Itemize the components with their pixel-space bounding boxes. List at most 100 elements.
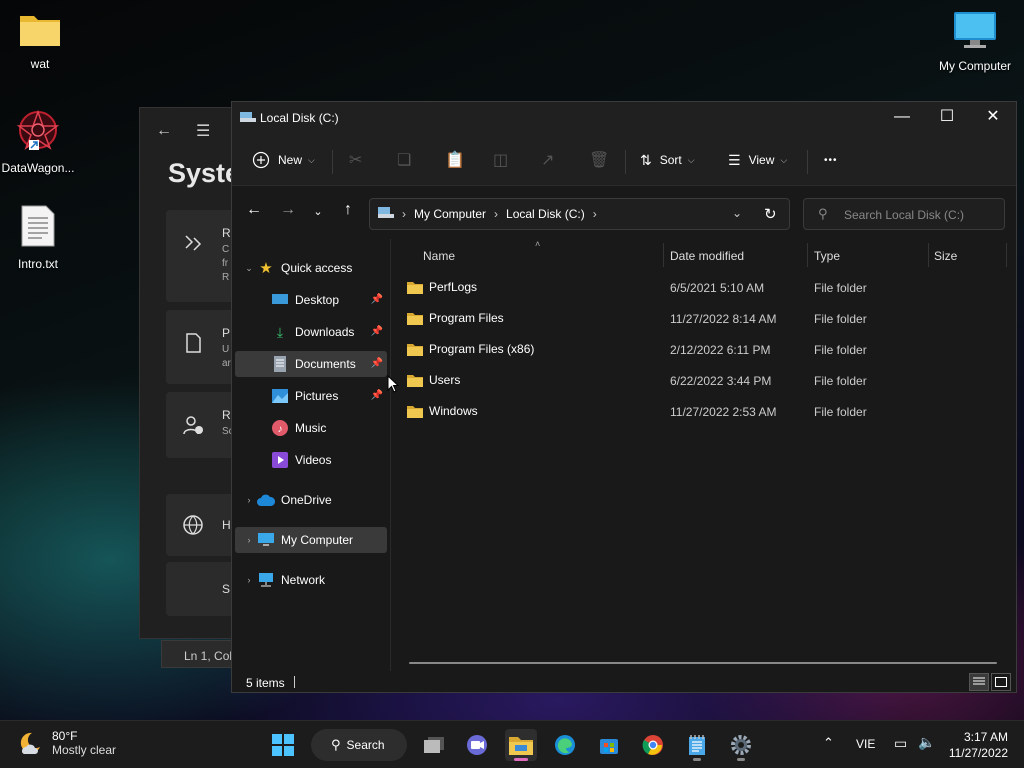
pin-icon[interactable]: 📌 (371, 390, 383, 401)
datawagon-app-icon (16, 109, 60, 150)
horizontal-scrollbar[interactable] (409, 662, 997, 664)
maximize-button[interactable]: ☐ (924, 102, 970, 132)
edge-browser-icon (555, 735, 575, 755)
task-view-button[interactable] (418, 729, 450, 761)
settings-card-title: S (222, 582, 231, 596)
expanded-chevron-icon[interactable]: ⌄ (241, 263, 257, 274)
sidebar-item-onedrive[interactable]: › OneDrive (235, 487, 387, 513)
notepad-button[interactable] (681, 729, 713, 761)
copy-button[interactable]: ❏ (397, 146, 411, 174)
share-button[interactable]: ↗ (541, 146, 554, 174)
weather-widget[interactable]: 80°F Mostly clear (16, 729, 116, 757)
sidebar-item-videos[interactable]: Videos (235, 447, 387, 473)
sort-button[interactable]: ⇅ Sort ⌵ (640, 146, 695, 174)
settings-button[interactable] (725, 729, 757, 761)
taskbar-search-button[interactable]: ⚲ Search (311, 729, 407, 761)
pin-icon[interactable]: 📌 (371, 294, 383, 305)
collapsed-chevron-icon[interactable]: › (241, 535, 257, 545)
teams-chat-button[interactable] (461, 729, 493, 761)
breadcrumb-item[interactable]: My Computer (414, 207, 486, 221)
back-arrow-icon[interactable]: ← (242, 201, 266, 219)
pin-icon[interactable]: 📌 (371, 358, 383, 369)
new-button[interactable]: New ⌵ (252, 146, 315, 174)
column-divider[interactable] (663, 243, 664, 267)
desktop-icon-datawagon[interactable]: DataWagon... (0, 108, 78, 175)
input-language[interactable]: VIE (856, 737, 875, 751)
desktop-icon-my-computer[interactable]: My Computer (935, 10, 1015, 73)
sidebar-item-my-computer[interactable]: › My Computer (235, 527, 387, 553)
drive-icon (240, 112, 256, 122)
settings-card-title: P (222, 326, 231, 340)
forward-arrow-icon[interactable]: → (276, 201, 300, 219)
moon-cloud-icon (20, 732, 40, 754)
sidebar-item-quick-access[interactable]: ⌄ ★ Quick access (235, 255, 387, 281)
desktop-icon-intro-txt[interactable]: Intro.txt (0, 204, 78, 271)
column-divider[interactable] (928, 243, 929, 267)
search-box[interactable]: ⚲ Search Local Disk (C:) (803, 198, 1005, 230)
breadcrumb-item[interactable]: Local Disk (C:) (506, 207, 585, 221)
pin-icon[interactable]: 📌 (371, 326, 383, 337)
network-monitor-icon[interactable]: ▭ (894, 735, 907, 752)
minimize-button[interactable]: — (879, 102, 925, 132)
large-icons-view-button[interactable] (991, 673, 1011, 691)
settings-card-subtitle: C (222, 244, 230, 255)
collapsed-chevron-icon[interactable]: › (241, 575, 257, 585)
delete-button[interactable]: 🗑 (589, 146, 609, 174)
table-row[interactable]: Program Files (x86) 2/12/2022 6:11 PM Fi… (407, 334, 1007, 364)
column-divider[interactable] (807, 243, 808, 267)
divider (625, 150, 626, 174)
table-row[interactable]: Program Files 11/27/2022 8:14 AM File fo… (407, 303, 1007, 333)
column-divider[interactable] (1006, 243, 1007, 267)
column-header-size[interactable]: Size (934, 249, 957, 263)
back-arrow-icon[interactable]: ← (156, 122, 172, 140)
close-button[interactable]: ✕ (970, 102, 1016, 132)
file-explorer-taskbar-button[interactable] (505, 729, 537, 761)
microsoft-store-button[interactable] (593, 729, 625, 761)
volume-icon[interactable]: 🔈 (918, 734, 935, 751)
table-row[interactable]: Users 6/22/2022 3:44 PM File folder (407, 365, 1007, 395)
sidebar-item-music[interactable]: ♪ Music (235, 415, 387, 441)
table-row[interactable]: Windows 11/27/2022 2:53 AM File folder (407, 396, 1007, 426)
more-options-button[interactable]: ••• (824, 146, 838, 174)
recent-chevron-down-icon[interactable]: ⌄ (306, 205, 330, 218)
start-button[interactable] (267, 729, 299, 761)
sidebar-item-pictures[interactable]: Pictures 📌 (235, 383, 387, 409)
details-view-button[interactable] (969, 673, 989, 691)
sidebar-item-documents[interactable]: Documents 📌 (235, 351, 387, 377)
address-dropdown-icon[interactable]: ⌄ (732, 206, 742, 220)
desktop-icon-label: Intro.txt (17, 257, 58, 271)
sidebar-item-network[interactable]: › Network (235, 567, 387, 593)
paste-button[interactable]: 📋 (445, 146, 465, 174)
hamburger-menu-icon[interactable]: ☰ (196, 121, 210, 141)
show-hidden-icons-chevron-icon[interactable]: ⌃ (823, 735, 834, 751)
rename-button[interactable]: ◫ (493, 146, 508, 174)
column-header-name[interactable]: Name (423, 249, 455, 263)
chrome-button[interactable] (637, 729, 669, 761)
view-button[interactable]: ☰ View ⌵ (728, 146, 787, 174)
item-count: 5 items (246, 676, 285, 690)
up-arrow-icon[interactable]: ↑ (336, 201, 360, 219)
monitor-icon (954, 12, 996, 48)
title-bar[interactable]: Local Disk (C:) — ☐ ✕ (232, 102, 1016, 132)
table-row[interactable]: PerfLogs 6/5/2021 5:10 AM File folder (407, 272, 1007, 302)
monitor-icon (257, 532, 275, 548)
cut-button[interactable]: ✂ (349, 146, 362, 174)
clock[interactable]: 3:17 AM 11/27/2022 (949, 729, 1008, 761)
clock-date: 11/27/2022 (948, 746, 1008, 760)
refresh-icon[interactable]: ↻ (764, 205, 777, 223)
weather-condition: Mostly clear (52, 743, 117, 757)
file-explorer-window[interactable]: Local Disk (C:) — ☐ ✕ New ⌵ ✂ ❏ 📋 ◫ ↗ 🗑 … (231, 101, 1017, 693)
desktop-icon-wat[interactable]: wat (0, 12, 80, 71)
address-bar[interactable]: › My Computer › Local Disk (C:) › ⌄ ↻ (369, 198, 790, 230)
sidebar-item-downloads[interactable]: ⤓ Downloads 📌 (235, 319, 387, 345)
collapsed-chevron-icon[interactable]: › (241, 495, 257, 505)
column-header-type[interactable]: Type (814, 249, 840, 263)
settings-card-subtitle: ar (222, 358, 231, 369)
chevron-down-icon: ⌵ (780, 154, 788, 165)
settings-card-title: R (222, 226, 231, 240)
sidebar-item-label: Music (295, 421, 327, 435)
column-header-date[interactable]: Date modified (670, 249, 744, 263)
sidebar-item-label: Videos (295, 453, 332, 467)
sidebar-item-desktop[interactable]: Desktop 📌 (235, 287, 387, 313)
edge-button[interactable] (549, 729, 581, 761)
